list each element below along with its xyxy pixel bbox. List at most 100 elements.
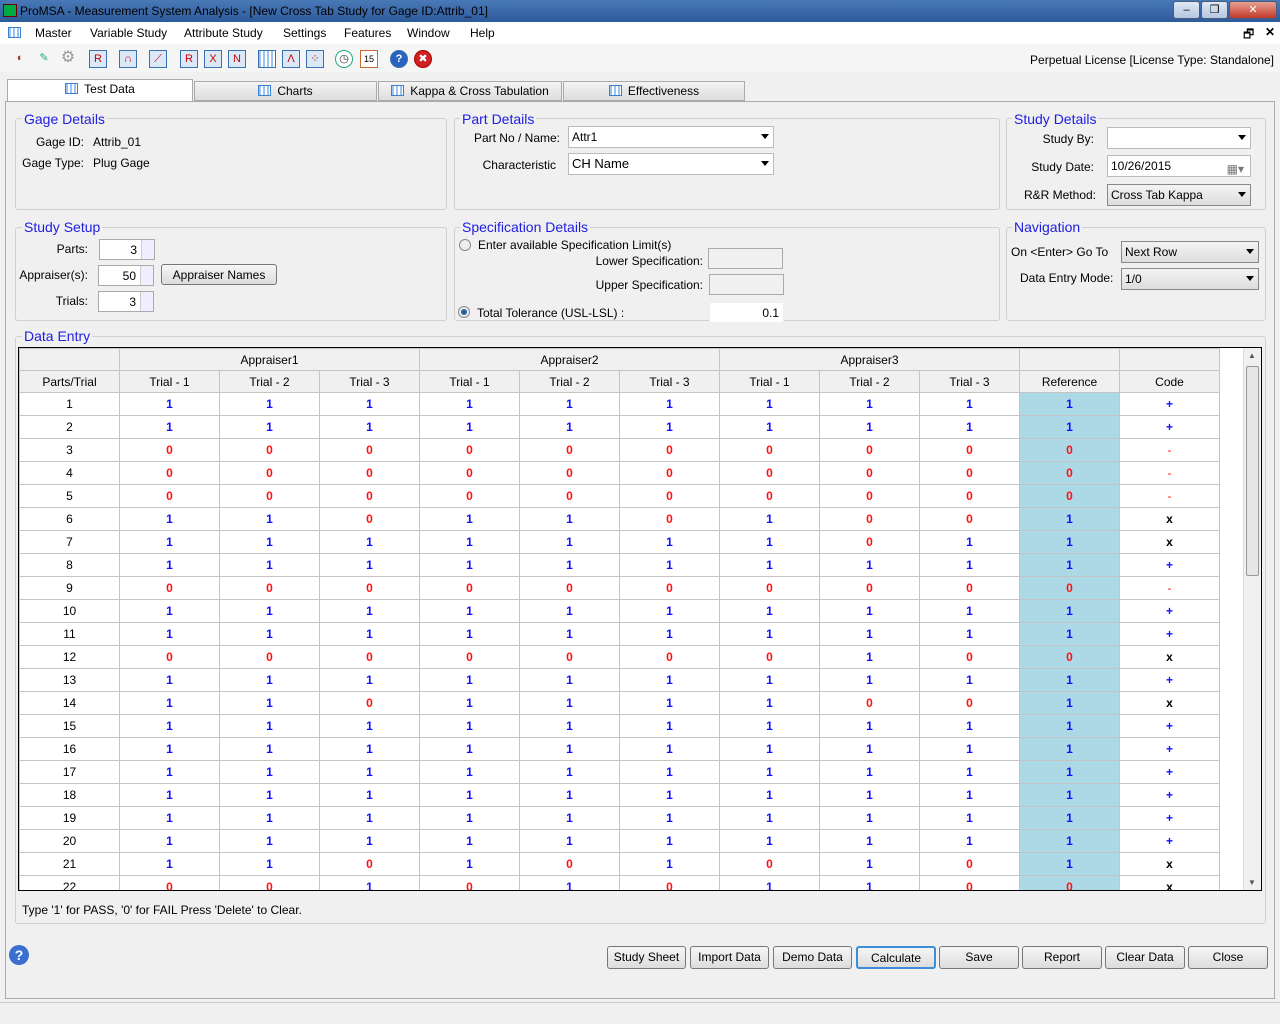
chart-r-icon[interactable]: R bbox=[180, 50, 198, 68]
trial-cell[interactable]: 1 bbox=[219, 714, 320, 738]
trial-cell[interactable]: 1 bbox=[319, 415, 420, 439]
trial-cell[interactable]: 1 bbox=[919, 829, 1020, 853]
study-sheet-button[interactable]: Study Sheet bbox=[607, 946, 686, 969]
trial-cell[interactable]: 0 bbox=[719, 484, 820, 508]
trial-cell[interactable]: 1 bbox=[319, 737, 420, 761]
trial-cell[interactable]: 1 bbox=[519, 783, 620, 807]
tab-charts[interactable]: Charts bbox=[194, 81, 377, 101]
trial-cell[interactable]: 1 bbox=[619, 806, 720, 830]
parts-stepper[interactable]: 3 bbox=[99, 239, 155, 260]
trial-cell[interactable]: 1 bbox=[119, 806, 220, 830]
trial-cell[interactable]: 0 bbox=[819, 507, 920, 531]
trial-cell[interactable]: 1 bbox=[919, 415, 1020, 439]
trial-cell[interactable]: 1 bbox=[719, 737, 820, 761]
trial-cell[interactable]: 0 bbox=[419, 461, 520, 485]
scrollbar-thumb[interactable] bbox=[1246, 366, 1259, 576]
close-icon[interactable]: ✖ bbox=[414, 50, 432, 68]
linearity-icon[interactable]: ⟋ bbox=[149, 50, 167, 68]
trial-cell[interactable]: 1 bbox=[919, 599, 1020, 623]
control-chart-r-icon[interactable]: R bbox=[89, 50, 107, 68]
reference-cell[interactable]: 1 bbox=[1019, 507, 1120, 531]
mdi-restore-button[interactable]: 🗗 bbox=[1243, 25, 1254, 46]
tab-effectiveness[interactable]: Effectiveness bbox=[563, 81, 745, 101]
trial-cell[interactable]: 1 bbox=[619, 415, 720, 439]
trial-cell[interactable]: 0 bbox=[319, 691, 420, 715]
part-name-combo[interactable]: Attr1 bbox=[568, 126, 774, 148]
spin-arrows-icon[interactable] bbox=[141, 240, 154, 259]
data-entry-grid[interactable]: Appraiser1 Appraiser2 Appraiser3 Parts/T… bbox=[18, 347, 1262, 891]
pencil-icon[interactable]: ✎ bbox=[35, 50, 53, 68]
trial-cell[interactable]: 1 bbox=[719, 392, 820, 416]
trial-cell[interactable]: 1 bbox=[619, 530, 720, 554]
trial-cell[interactable]: 0 bbox=[219, 645, 320, 669]
trial-cell[interactable]: 0 bbox=[919, 484, 1020, 508]
menu-window[interactable]: Window bbox=[407, 26, 450, 40]
import-data-button[interactable]: Import Data bbox=[690, 946, 769, 969]
reference-cell[interactable]: 0 bbox=[1019, 484, 1120, 508]
reference-cell[interactable]: 1 bbox=[1019, 553, 1120, 577]
trial-cell[interactable]: 1 bbox=[619, 668, 720, 692]
trial-cell[interactable]: 0 bbox=[319, 438, 420, 462]
trial-cell[interactable]: 1 bbox=[819, 392, 920, 416]
trial-cell[interactable]: 1 bbox=[919, 714, 1020, 738]
trial-cell[interactable]: 0 bbox=[719, 645, 820, 669]
calendar-icon[interactable]: 15 bbox=[360, 50, 378, 68]
save-button[interactable]: Save bbox=[939, 946, 1019, 969]
trial-cell[interactable]: 0 bbox=[319, 461, 420, 485]
trial-cell[interactable]: 1 bbox=[719, 829, 820, 853]
trial-cell[interactable]: 1 bbox=[419, 530, 520, 554]
trial-cell[interactable]: 1 bbox=[419, 668, 520, 692]
trial-cell[interactable]: 1 bbox=[619, 852, 720, 876]
trial-cell[interactable]: 1 bbox=[719, 760, 820, 784]
trial-cell[interactable]: 0 bbox=[919, 438, 1020, 462]
trial-cell[interactable]: 0 bbox=[319, 484, 420, 508]
chart-x-icon[interactable]: X bbox=[204, 50, 222, 68]
trial-cell[interactable]: 1 bbox=[419, 507, 520, 531]
trial-cell[interactable]: 0 bbox=[219, 438, 320, 462]
trial-cell[interactable]: 0 bbox=[719, 852, 820, 876]
reference-cell[interactable]: 1 bbox=[1019, 392, 1120, 416]
trial-cell[interactable]: 1 bbox=[219, 668, 320, 692]
trial-cell[interactable]: 1 bbox=[319, 760, 420, 784]
trial-cell[interactable]: 0 bbox=[419, 576, 520, 600]
trial-cell[interactable]: 1 bbox=[419, 691, 520, 715]
restore-button[interactable]: ❐ bbox=[1201, 1, 1228, 19]
study-by-combo[interactable] bbox=[1107, 127, 1251, 149]
trial-cell[interactable]: 0 bbox=[619, 576, 720, 600]
trial-cell[interactable]: 1 bbox=[519, 760, 620, 784]
trial-cell[interactable]: 0 bbox=[319, 507, 420, 531]
trial-cell[interactable]: 1 bbox=[119, 691, 220, 715]
trial-cell[interactable]: 1 bbox=[819, 645, 920, 669]
trial-cell[interactable]: 1 bbox=[519, 507, 620, 531]
trial-cell[interactable]: 1 bbox=[119, 553, 220, 577]
trial-cell[interactable]: 0 bbox=[519, 852, 620, 876]
trial-cell[interactable]: 0 bbox=[919, 691, 1020, 715]
trial-cell[interactable]: 1 bbox=[719, 691, 820, 715]
trial-cell[interactable]: 1 bbox=[819, 852, 920, 876]
trial-cell[interactable]: 0 bbox=[519, 438, 620, 462]
trial-cell[interactable]: 0 bbox=[119, 875, 220, 890]
menu-attribute-study[interactable]: Attribute Study bbox=[184, 26, 263, 40]
trial-cell[interactable]: 1 bbox=[719, 415, 820, 439]
trial-cell[interactable]: 1 bbox=[519, 829, 620, 853]
trial-cell[interactable]: 1 bbox=[819, 415, 920, 439]
trial-cell[interactable]: 0 bbox=[819, 691, 920, 715]
trial-cell[interactable]: 1 bbox=[219, 806, 320, 830]
trial-cell[interactable]: 0 bbox=[619, 507, 720, 531]
menu-features[interactable]: Features bbox=[344, 26, 391, 40]
trial-cell[interactable]: 1 bbox=[119, 599, 220, 623]
trial-cell[interactable]: 1 bbox=[119, 415, 220, 439]
trial-cell[interactable]: 1 bbox=[419, 622, 520, 646]
menu-help[interactable]: Help bbox=[470, 26, 495, 40]
trial-cell[interactable]: 1 bbox=[119, 783, 220, 807]
trial-cell[interactable]: 1 bbox=[319, 553, 420, 577]
trial-cell[interactable]: 1 bbox=[219, 599, 320, 623]
reference-cell[interactable]: 1 bbox=[1019, 783, 1120, 807]
trial-cell[interactable]: 1 bbox=[219, 760, 320, 784]
trial-cell[interactable]: 1 bbox=[519, 806, 620, 830]
trial-cell[interactable]: 0 bbox=[119, 438, 220, 462]
distribution-icon[interactable]: Λ bbox=[282, 50, 300, 68]
trial-cell[interactable]: 1 bbox=[919, 392, 1020, 416]
rr-method-combo[interactable]: Cross Tab Kappa bbox=[1107, 184, 1251, 206]
trial-cell[interactable]: 0 bbox=[419, 484, 520, 508]
